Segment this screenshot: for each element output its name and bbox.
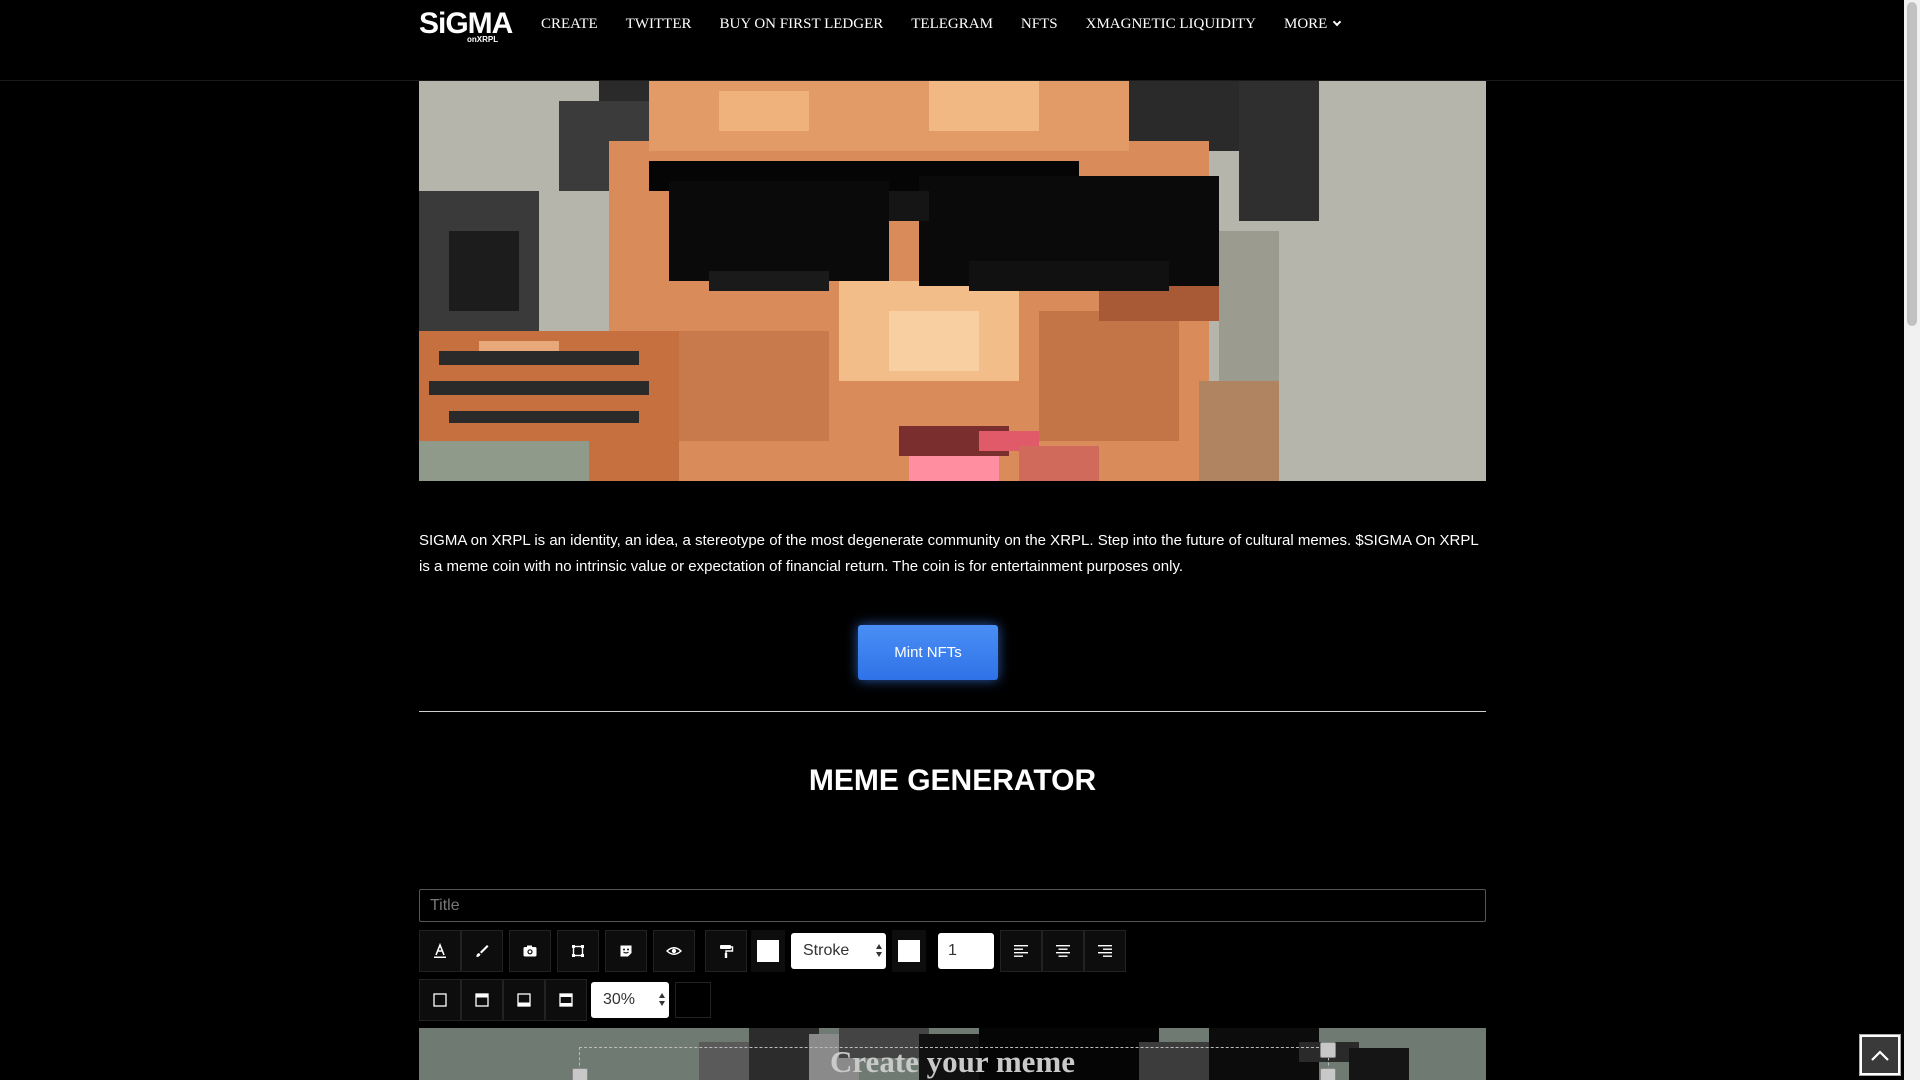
- brush-icon[interactable]: [461, 930, 503, 972]
- background-color-swatch[interactable]: [675, 982, 711, 1018]
- crop-icon[interactable]: [557, 930, 599, 972]
- scrollbar-thumb[interactable]: [1907, 2, 1917, 326]
- arrow-up-icon: [1862, 1037, 1898, 1073]
- frame-both-icon[interactable]: [545, 979, 587, 1021]
- align-center-icon[interactable]: [1042, 930, 1084, 972]
- text-color-icon[interactable]: [419, 930, 461, 972]
- chevron-down-icon: [1333, 17, 1342, 27]
- project-description: SIGMA on XRPL is an identity, an idea, a…: [419, 532, 1479, 575]
- meme-toolbar-secondary: 30%: [419, 979, 711, 1021]
- stroke-width-input[interactable]: [938, 933, 994, 969]
- frame-bottom-icon[interactable]: [503, 979, 545, 1021]
- logo-text: SiGMA: [419, 7, 513, 40]
- meme-title-input[interactable]: [419, 889, 1486, 922]
- opacity-select[interactable]: 30%: [591, 982, 669, 1018]
- nav-item-buy-on-first-ledger[interactable]: BUY ON FIRST LEDGER: [705, 16, 897, 33]
- align-right-icon[interactable]: [1084, 930, 1126, 972]
- nav-item-twitter[interactable]: TWITTER: [612, 16, 706, 33]
- frame-none-icon[interactable]: [419, 979, 461, 1021]
- text-color-preview: [757, 940, 779, 962]
- logo-subtext: onXRPL: [467, 35, 499, 44]
- frame-top-icon[interactable]: [461, 979, 503, 1021]
- hero-image: [419, 81, 1486, 481]
- nav-item-telegram[interactable]: TELEGRAM: [897, 16, 1007, 33]
- scroll-to-top-button[interactable]: [1859, 1034, 1901, 1076]
- page-scrollbar[interactable]: [1904, 0, 1920, 1080]
- nav-item-nfts[interactable]: NFTS: [1007, 16, 1072, 33]
- site-header: SiGMA onXRPL CREATE TWITTER BUY ON FIRST…: [0, 0, 1904, 81]
- text-color-swatch[interactable]: [751, 930, 785, 972]
- align-left-icon[interactable]: [1000, 930, 1042, 972]
- meme-canvas-text[interactable]: Create your meme: [419, 1044, 1486, 1080]
- nav-item-more[interactable]: MORE: [1270, 16, 1354, 33]
- sigma-pixel-portrait: [419, 81, 1486, 481]
- main-nav: CREATE TWITTER BUY ON FIRST LEDGER TELEG…: [527, 0, 1354, 48]
- meme-generator-heading: MEME GENERATOR: [808, 764, 1097, 797]
- mint-nfts-button[interactable]: Mint NFTs: [858, 625, 998, 680]
- site-logo[interactable]: SiGMA onXRPL: [419, 8, 513, 46]
- stroke-select-value: Stroke: [803, 942, 850, 959]
- eye-icon[interactable]: [653, 930, 695, 972]
- sticker-icon[interactable]: [605, 930, 647, 972]
- paint-roller-icon[interactable]: [705, 930, 747, 972]
- nav-more-label: MORE: [1284, 15, 1328, 32]
- stroke-color-swatch[interactable]: [892, 930, 926, 972]
- meme-canvas[interactable]: Create your meme: [419, 1028, 1486, 1080]
- meme-toolbar-primary: Stroke: [419, 930, 1126, 972]
- opacity-select-value: 30%: [603, 991, 636, 1008]
- stroke-select[interactable]: Stroke: [791, 933, 886, 969]
- section-divider: [419, 711, 1486, 712]
- nav-item-xmagnetic-liquidity[interactable]: XMAGNETIC LIQUIDITY: [1072, 16, 1270, 33]
- camera-icon[interactable]: [509, 930, 551, 972]
- nav-item-create[interactable]: CREATE: [527, 16, 612, 33]
- stroke-color-preview: [898, 940, 920, 962]
